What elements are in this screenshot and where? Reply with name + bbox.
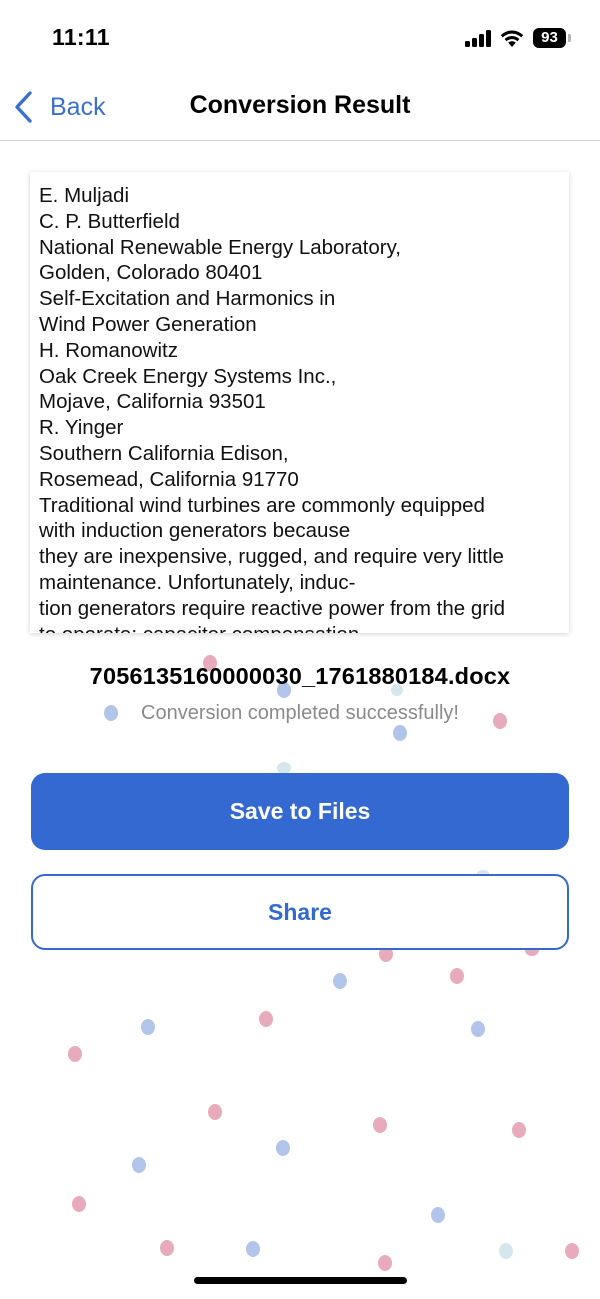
status-bar: 11:11 93 [0, 0, 600, 80]
save-to-files-button[interactable]: Save to Files [31, 773, 569, 850]
preview-line: with induction generators because [39, 519, 351, 543]
file-name: 7056135160000030_1761880184.docx [89, 663, 511, 689]
preview-line: C. P. Butterfield [39, 209, 180, 233]
preview-line: they are inexpensive, rugged, and requir… [39, 545, 504, 569]
preview-line: E. Muljadi [39, 184, 130, 207]
status-time: 11:11 [52, 24, 110, 50]
document-preview[interactable]: E. Muljadi C. P. Butterfield National Re… [30, 172, 569, 633]
preview-line: Golden, Colorado 80401 [39, 261, 263, 285]
preview-line: Self-Excitation and Harmonics in [39, 287, 336, 311]
preview-line: to operate; capacitor compensation [39, 622, 564, 633]
preview-line: National Renewable Energy Laboratory, [39, 235, 402, 259]
wifi-icon [500, 30, 524, 47]
preview-line: R. Yinger [39, 416, 124, 440]
home-indicator [194, 1277, 407, 1284]
document-preview-text: E. Muljadi C. P. Butterfield National Re… [39, 183, 564, 633]
navigation-bar: Back Conversion Result [0, 80, 600, 141]
preview-line: Mojave, California 93501 [39, 390, 266, 414]
preview-line: Oak Creek Energy Systems Inc., [39, 364, 337, 388]
preview-line: Southern California Edison, [39, 441, 289, 465]
preview-line: Rosemead, California 91770 [39, 467, 299, 491]
page-title: Conversion Result [189, 91, 411, 119]
battery-level: 93 [533, 28, 566, 48]
preview-line: maintenance. Unfortunately, induc- [39, 570, 356, 594]
preview-line: tion generators require reactive power f… [39, 596, 506, 620]
battery-icon: 93 [533, 28, 571, 48]
share-button[interactable]: Share [31, 874, 569, 950]
preview-line: Wind Power Generation [39, 312, 257, 336]
preview-line: Traditional wind turbines are commonly e… [39, 493, 485, 517]
status-message: Conversion completed successfully! [141, 702, 459, 724]
preview-line: H. Romanowitz [39, 338, 178, 362]
cellular-signal-icon [465, 30, 491, 47]
